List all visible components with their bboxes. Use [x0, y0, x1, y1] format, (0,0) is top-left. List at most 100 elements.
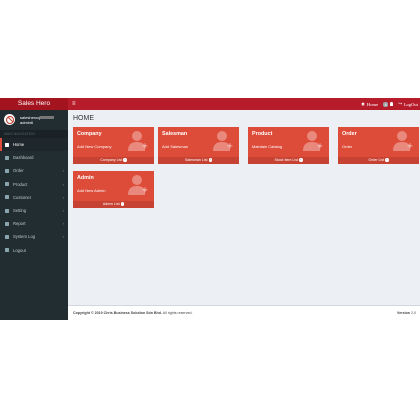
sidebar-item-label: Dashboard [13, 155, 34, 161]
copyright-bold: Copyright © 2019 Chris Business Solution… [73, 311, 162, 315]
user-add-icon [128, 131, 148, 151]
sidebar-item-system-log[interactable]: System Log ‹ [0, 230, 68, 243]
chevron-left-icon: ‹ [62, 207, 64, 213]
users-icon [5, 195, 9, 200]
sidebar-item-label: Logout [13, 247, 26, 253]
cart-icon [5, 168, 9, 173]
arrow-circle-right-icon: › [299, 157, 303, 162]
log-icon [5, 234, 9, 239]
home-icon [5, 142, 9, 147]
sidebar-item-label: Order [13, 168, 24, 174]
arrow-circle-right-icon: › [385, 157, 389, 162]
report-icon [5, 221, 9, 226]
notification-badge: 6 [383, 101, 389, 107]
brand-logo[interactable]: Sales Hero [0, 98, 68, 110]
sidebar-item-label: Home [13, 142, 25, 148]
arrow-circle-right-icon: › [120, 201, 125, 206]
cube-icon [5, 182, 9, 187]
card-action-link[interactable]: Maintain Catalog [252, 144, 282, 149]
top-navbar: Sales Hero ≡ Home 6 ↪ LogOut [0, 98, 420, 110]
sidebar-item-label: Customer [13, 194, 32, 200]
app-window: Sales Hero ≡ Home 6 ↪ LogOut salesherocj… [0, 98, 420, 320]
card-company: Company Add New Company Company List › [73, 127, 154, 164]
chevron-left-icon: ‹ [62, 168, 64, 174]
chevron-left-icon: ‹ [62, 234, 64, 240]
card-footer-link[interactable]: Admin List › [73, 201, 154, 208]
user-add-icon [128, 175, 148, 195]
card-salesman: Salesman Add Salesman Salesman List › [158, 127, 239, 164]
redacted-mark [40, 116, 55, 120]
no-entry-icon [5, 115, 14, 124]
sidebar-item-order[interactable]: Order ‹ [0, 164, 68, 177]
card-action-link[interactable]: Add New Company [77, 144, 111, 149]
version-label: Version [397, 311, 410, 315]
notifications-button[interactable]: 6 [383, 101, 394, 107]
bell-icon [389, 102, 394, 106]
sidebar-item-label: System Log [13, 234, 36, 240]
home-icon [361, 102, 366, 106]
card-footer-label: Admin List [102, 202, 120, 206]
main-content: HOME Company Add New Company Company List … [68, 110, 420, 320]
sidebar-item-label: Report [13, 221, 26, 227]
signout-icon: ↪ [398, 101, 403, 106]
version-value: 2.0 [411, 311, 416, 315]
card-title: Salesman [162, 131, 188, 137]
card-action-link[interactable]: Add Salesman [162, 144, 188, 149]
sidebar-item-home[interactable]: Home [0, 138, 68, 152]
user-add-icon [213, 131, 233, 151]
card-action-link[interactable]: Order [342, 144, 352, 149]
sidebar-item-dashboard[interactable]: Dashboard [0, 151, 68, 164]
sidebar-section-header: MAIN NAVIGATION [0, 130, 68, 138]
chevron-left-icon: ‹ [62, 194, 64, 200]
avatar [4, 114, 15, 125]
nav-home-link[interactable]: Home [361, 102, 378, 107]
sidebar-item-logout[interactable]: Logout [0, 244, 68, 257]
card-title: Admin [77, 175, 94, 181]
bars-icon: ≡ [72, 101, 76, 107]
sidebar: salesherocj admin6 MAIN NAVIGATION Home D… [0, 110, 68, 320]
sidebar-item-setting[interactable]: Setting ‹ [0, 204, 68, 217]
sidebar-menu: Home Dashboard Order ‹ Product ‹ Customer ‹ Sett… [0, 138, 68, 257]
navbar-right: Home 6 ↪ LogOut [361, 98, 418, 110]
version-info: Version 2.0 [397, 311, 416, 315]
logout-label: LogOut [403, 101, 418, 107]
card-product: Product Maintain Catalog Stock Item List › [248, 127, 329, 164]
user-role: admin6 [20, 120, 34, 125]
signout-icon [5, 248, 9, 253]
gear-icon [5, 208, 9, 213]
card-footer-link[interactable]: Salesman List › [158, 157, 239, 164]
card-footer-label: Stock Item List [274, 158, 299, 162]
dashboard-icon [5, 155, 9, 160]
card-title: Company [77, 131, 102, 137]
card-footer-label: Company List [100, 158, 123, 162]
card-action-link[interactable]: Add New Admin [77, 188, 105, 193]
nav-home-label: Home [366, 101, 379, 107]
page-footer: Copyright © 2019 Chris Business Solution… [68, 305, 420, 320]
card-footer-link[interactable]: Company List › [73, 157, 154, 164]
chevron-left-icon: ‹ [62, 221, 64, 227]
user-panel: salesherocj admin6 [0, 110, 68, 130]
card-footer-link[interactable]: Stock Item List › [248, 157, 329, 164]
page-title: HOME [73, 115, 94, 122]
user-add-icon [393, 131, 413, 151]
card-admin: Admin Add New Admin Admin List › [73, 171, 154, 208]
sidebar-item-report[interactable]: Report ‹ [0, 217, 68, 230]
sidebar-item-label: Product [13, 181, 28, 187]
card-order: Order Order Order List › [338, 127, 419, 164]
copyright-text: Copyright © 2019 Chris Business Solution… [73, 311, 192, 315]
sidebar-item-product[interactable]: Product ‹ [0, 178, 68, 191]
arrow-circle-right-icon: › [208, 157, 213, 162]
card-footer-link[interactable]: Order List › [338, 157, 419, 164]
sidebar-item-customer[interactable]: Customer ‹ [0, 191, 68, 204]
card-title: Order [342, 131, 357, 137]
user-add-icon [303, 131, 323, 151]
copyright-rest: All rights reserved. [161, 311, 193, 315]
logout-button[interactable]: ↪ LogOut [398, 101, 418, 107]
sidebar-toggle[interactable]: ≡ [72, 98, 76, 110]
card-footer-label: Order List [368, 158, 385, 162]
card-title: Product [252, 131, 273, 137]
card-footer-label: Salesman List [184, 158, 208, 162]
arrow-circle-right-icon: › [123, 157, 127, 162]
chevron-left-icon: ‹ [62, 181, 64, 187]
sidebar-item-label: Setting [13, 208, 27, 214]
